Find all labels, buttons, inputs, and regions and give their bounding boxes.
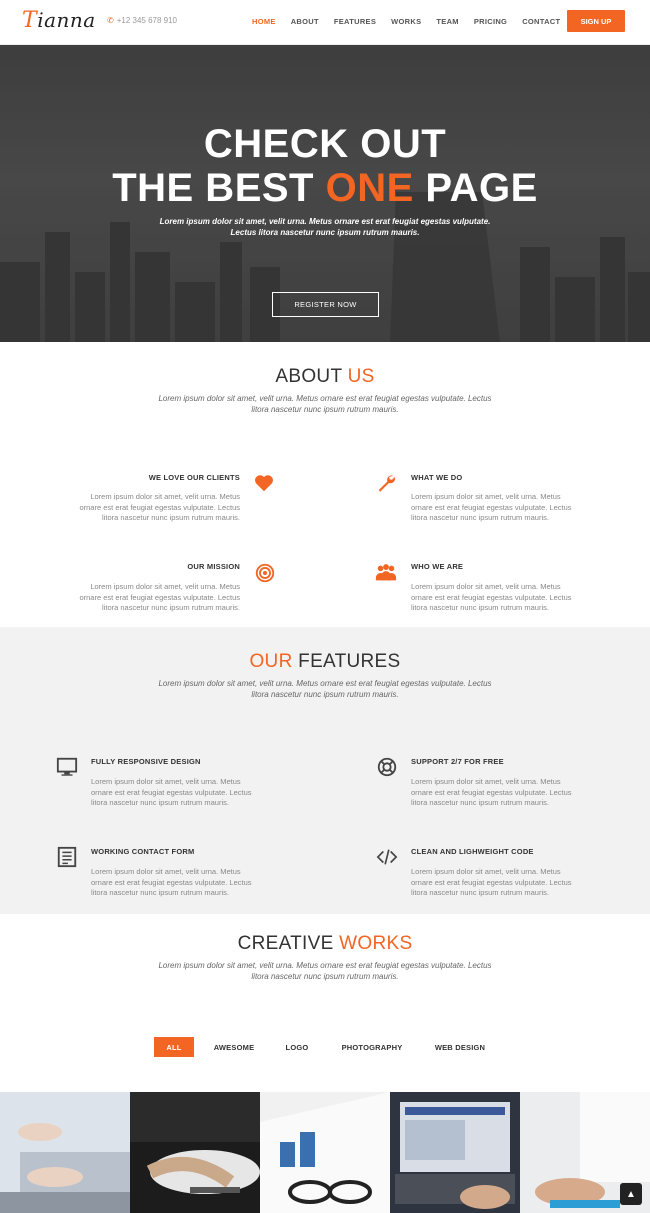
phone-text: +12 345 678 910 bbox=[116, 16, 177, 25]
about-heading: WHAT WE DO bbox=[411, 473, 463, 482]
works-title-accent: WORKS bbox=[339, 933, 413, 954]
feature-text: Lorem ipsum dolor sit amet, velit urna. … bbox=[91, 777, 252, 807]
nav-features[interactable]: FEATURES bbox=[334, 17, 376, 26]
logo[interactable]: Tianna bbox=[22, 8, 96, 33]
filter-photography[interactable]: PHOTOGRAPHY bbox=[332, 1037, 412, 1057]
nav-about[interactable]: ABOUT bbox=[291, 17, 319, 26]
about-title: ABOUT US bbox=[0, 366, 650, 388]
form-icon bbox=[57, 846, 77, 868]
scroll-to-top-button[interactable]: ▲ bbox=[620, 1183, 642, 1205]
portfolio-image bbox=[0, 1092, 130, 1213]
features-title-accent: OUR bbox=[249, 651, 293, 672]
hero-subtitle: Lorem ipsum dolor sit amet, velit urna. … bbox=[159, 217, 491, 226]
feature-heading: WORKING CONTACT FORM bbox=[91, 847, 195, 856]
about-heading: WE LOVE OUR CLIENTS bbox=[148, 473, 240, 482]
hero-subtitle: Lectus litora nascetur nunc ipsum rutrum… bbox=[230, 228, 420, 237]
about-text: Lorem ipsum dolor sit amet, velit urna. … bbox=[411, 582, 572, 612]
features-title-text: FEATURES bbox=[292, 651, 401, 672]
about-heading: WHO WE ARE bbox=[411, 562, 464, 571]
about-title-accent: US bbox=[347, 366, 375, 387]
nav-pricing[interactable]: PRICING bbox=[474, 17, 507, 26]
filter-all[interactable]: ALL bbox=[154, 1037, 194, 1057]
users-icon bbox=[375, 564, 397, 581]
works-title-text: CREATIVE bbox=[237, 933, 340, 954]
register-now-button[interactable]: REGISTER NOW bbox=[272, 292, 379, 317]
filter-awesome[interactable]: AWESOME bbox=[205, 1037, 263, 1057]
features-subtitle: litora nascetur nunc ipsum rutrum mauris… bbox=[251, 690, 399, 699]
feature-text: Lorem ipsum dolor sit amet, velit urna. … bbox=[411, 867, 572, 897]
portfolio-item[interactable] bbox=[260, 1092, 390, 1213]
features-subtitle: Lorem ipsum dolor sit amet, velit urna. … bbox=[158, 679, 492, 688]
features-title: OUR FEATURES bbox=[0, 651, 650, 673]
logo-text: ianna bbox=[37, 8, 96, 32]
hero-title-line1: CHECK OUT bbox=[203, 122, 447, 166]
about-text: Lorem ipsum dolor sit amet, velit urna. … bbox=[411, 492, 572, 522]
site-header: Tianna ✆ +12 345 678 910 HOME ABOUT FEATU… bbox=[0, 0, 650, 45]
target-icon bbox=[255, 563, 275, 583]
lifebuoy-icon bbox=[377, 757, 397, 777]
filter-logo[interactable]: LOGO bbox=[278, 1037, 316, 1057]
phone-icon: ✆ bbox=[107, 16, 114, 25]
feature-heading: SUPPORT 2/7 FOR FREE bbox=[411, 757, 504, 766]
portfolio-image bbox=[390, 1092, 520, 1213]
works-subtitle: Lorem ipsum dolor sit amet, velit urna. … bbox=[158, 961, 492, 970]
filter-web-design[interactable]: WEB DESIGN bbox=[425, 1037, 495, 1057]
feature-text: Lorem ipsum dolor sit amet, velit urna. … bbox=[411, 777, 572, 807]
main-nav: HOME ABOUT FEATURES WORKS TEAM PRICING C… bbox=[252, 17, 575, 26]
monitor-icon bbox=[56, 757, 78, 776]
heart-icon bbox=[255, 475, 273, 492]
wrench-icon bbox=[378, 475, 396, 492]
portfolio-item[interactable] bbox=[0, 1092, 130, 1213]
about-subtitle: Lorem ipsum dolor sit amet, velit urna. … bbox=[158, 394, 492, 403]
works-title: CREATIVE WORKS bbox=[0, 933, 650, 955]
nav-contact[interactable]: CONTACT bbox=[522, 17, 560, 26]
hero-section: CHECK OUT THE BEST ONE PAGE Lorem ipsum … bbox=[0, 45, 650, 342]
phone-number: ✆ +12 345 678 910 bbox=[107, 16, 177, 25]
nav-team[interactable]: TEAM bbox=[436, 17, 458, 26]
feature-text: Lorem ipsum dolor sit amet, velit urna. … bbox=[91, 867, 252, 897]
about-subtitle: litora nascetur nunc ipsum rutrum mauris… bbox=[251, 405, 399, 414]
chevron-up-icon: ▲ bbox=[626, 1188, 636, 1200]
portfolio-image bbox=[260, 1092, 390, 1213]
hero-title-part: THE BEST bbox=[112, 166, 326, 210]
signup-button[interactable]: SIGN UP bbox=[567, 10, 625, 32]
logo-initial: T bbox=[22, 8, 38, 33]
about-heading: OUR MISSION bbox=[187, 562, 240, 571]
hero-title-line2: THE BEST ONE PAGE bbox=[0, 166, 650, 211]
works-gallery bbox=[0, 1092, 650, 1213]
feature-heading: CLEAN AND LIGHWEIGHT CODE bbox=[411, 847, 534, 856]
hero-title-part: PAGE bbox=[413, 166, 538, 210]
portfolio-item[interactable] bbox=[390, 1092, 520, 1213]
code-icon bbox=[376, 849, 398, 865]
nav-home[interactable]: HOME bbox=[252, 17, 276, 26]
works-subtitle: litora nascetur nunc ipsum rutrum mauris… bbox=[251, 972, 399, 981]
portfolio-image bbox=[130, 1092, 260, 1213]
nav-works[interactable]: WORKS bbox=[391, 17, 421, 26]
about-text: Lorem ipsum dolor sit amet, velit urna. … bbox=[79, 492, 240, 522]
works-filter-bar: ALL AWESOME LOGO PHOTOGRAPHY WEB DESIGN bbox=[0, 1037, 650, 1057]
about-text: Lorem ipsum dolor sit amet, velit urna. … bbox=[79, 582, 240, 612]
feature-heading: FULLY RESPONSIVE DESIGN bbox=[91, 757, 201, 766]
hero-title-accent: ONE bbox=[325, 166, 414, 210]
about-title-text: ABOUT bbox=[275, 366, 348, 387]
portfolio-item[interactable] bbox=[130, 1092, 260, 1213]
